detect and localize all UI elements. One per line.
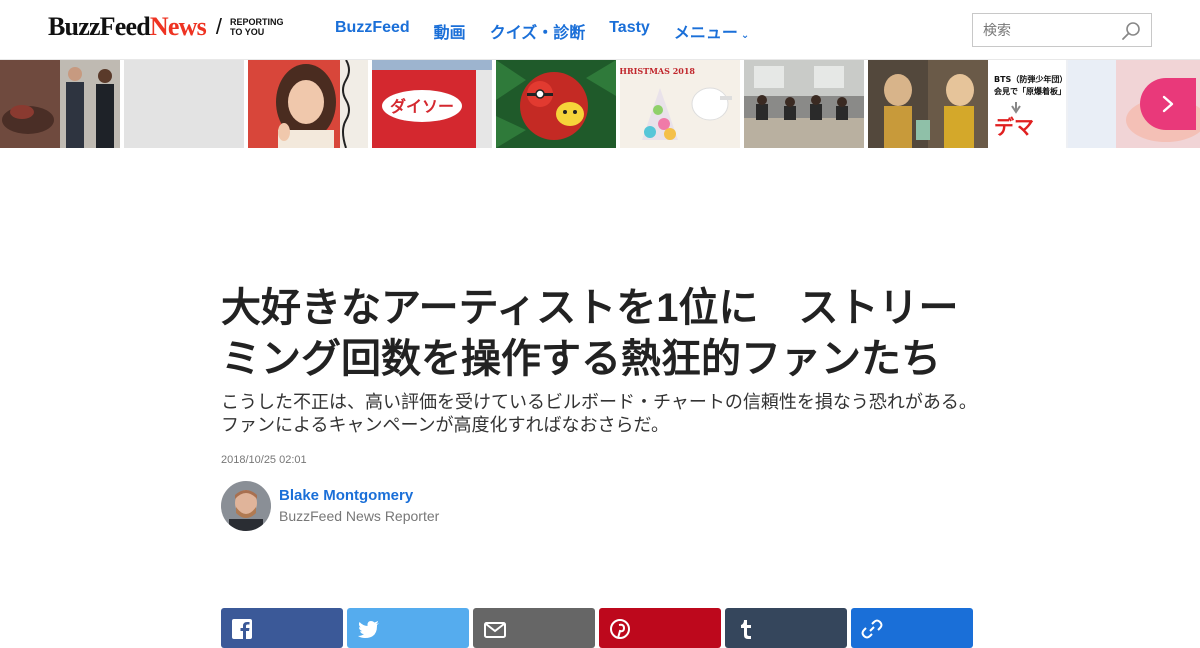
chevron-right-icon bbox=[1162, 95, 1174, 113]
pikachu-cake-thumb[interactable] bbox=[496, 60, 616, 148]
chefs-photo-thumb[interactable] bbox=[0, 60, 120, 148]
photo-icon: ダイソー bbox=[372, 60, 492, 148]
search-icon[interactable] bbox=[1121, 21, 1141, 41]
copy-link-share-button[interactable] bbox=[851, 608, 973, 648]
email-icon bbox=[484, 622, 506, 638]
facebook-share-button[interactable] bbox=[221, 608, 343, 648]
link-icon bbox=[861, 619, 883, 639]
article-timestamp: 2018/10/25 02:01 bbox=[221, 454, 307, 466]
photo-icon: CHRISTMAS 2018 bbox=[620, 60, 740, 148]
nav-tasty[interactable]: Tasty bbox=[609, 19, 650, 43]
woman-kitchen-thumb[interactable] bbox=[868, 60, 988, 148]
photo-icon bbox=[248, 60, 368, 148]
woman-smiling-thumb[interactable] bbox=[248, 60, 368, 148]
author-name[interactable]: Blake Montgomery bbox=[279, 487, 413, 504]
logo-wordmark: BuzzFeedNews bbox=[48, 12, 207, 41]
twitter-share-button[interactable] bbox=[347, 608, 469, 648]
photo-icon bbox=[124, 60, 244, 148]
buzzfeed-news-logo[interactable]: BuzzFeedNews / REPORTING TO YOU bbox=[48, 12, 284, 42]
photo-icon bbox=[744, 60, 864, 148]
photo-icon bbox=[868, 60, 988, 148]
svg-text:会見で「原爆着板」: 会見で「原爆着板」 bbox=[994, 86, 1066, 96]
share-bar bbox=[221, 608, 973, 648]
tumblr-share-button[interactable] bbox=[725, 608, 847, 648]
photo-icon bbox=[0, 60, 120, 148]
search-input[interactable] bbox=[973, 14, 1123, 46]
pinterest-icon bbox=[610, 619, 630, 639]
chevron-down-icon: ⌄ bbox=[740, 30, 750, 41]
svg-text:ダイソー: ダイソー bbox=[390, 97, 454, 116]
carousel-next-button[interactable] bbox=[1140, 78, 1196, 130]
article-header: 大好きなアーティストを1位に ストリーミング回数を操作する熱狂的ファンたち こう… bbox=[221, 283, 981, 531]
article-dek: こうした不正は、高い評価を受けているビルボード・チャートの信頼性を損なう恐れがあ… bbox=[221, 392, 977, 435]
avatar[interactable] bbox=[221, 481, 271, 531]
pinterest-share-button[interactable] bbox=[599, 608, 721, 648]
christmas-cake-thumb[interactable]: CHRISTMAS 2018 bbox=[620, 60, 740, 148]
email-share-button[interactable] bbox=[473, 608, 595, 648]
logo-tagline: REPORTING TO YOU bbox=[230, 17, 284, 37]
nav-buzzfeed[interactable]: BuzzFeed bbox=[335, 19, 410, 43]
facebook-icon bbox=[232, 619, 252, 640]
article-headline: 大好きなアーティストを1位に ストリーミング回数を操作する熱狂的ファンたち bbox=[221, 286, 959, 381]
nav-menu-label: メニュー bbox=[673, 25, 738, 42]
author-byline: Blake Montgomery BuzzFeed News Reporter bbox=[221, 481, 981, 531]
search-box bbox=[972, 13, 1152, 47]
nav-video[interactable]: 動画 bbox=[434, 19, 466, 43]
twitter-icon bbox=[358, 621, 379, 638]
svg-text:BTS（防弾少年団）: BTS（防弾少年団） bbox=[994, 74, 1067, 84]
nav-quiz[interactable]: クイズ・診断 bbox=[490, 19, 586, 43]
daiso-sign-thumb[interactable]: ダイソー bbox=[372, 60, 492, 148]
svg-text:デマ: デマ bbox=[994, 115, 1034, 139]
blank-thumb[interactable] bbox=[124, 60, 244, 148]
photo-icon bbox=[496, 60, 616, 148]
main-nav: BuzzFeed 動画 クイズ・診断 Tasty メニュー ⌄ bbox=[335, 19, 749, 43]
story-carousel: ダイソー CHRISTMAS 2018 BTS（防弾少年団） 会見で「原爆着板」… bbox=[0, 60, 1200, 148]
meeting-room-thumb[interactable] bbox=[744, 60, 864, 148]
site-header: BuzzFeedNews / REPORTING TO YOU BuzzFeed… bbox=[0, 0, 1200, 60]
tumblr-icon bbox=[741, 620, 751, 639]
nav-menu[interactable]: メニュー ⌄ bbox=[674, 19, 749, 43]
photo-icon bbox=[1068, 60, 1116, 148]
author-role: BuzzFeed News Reporter bbox=[279, 508, 440, 524]
logo-slash: / bbox=[215, 14, 223, 39]
svg-text:CHRISTMAS 2018: CHRISTMAS 2018 bbox=[620, 66, 695, 76]
author-photo bbox=[221, 481, 271, 531]
